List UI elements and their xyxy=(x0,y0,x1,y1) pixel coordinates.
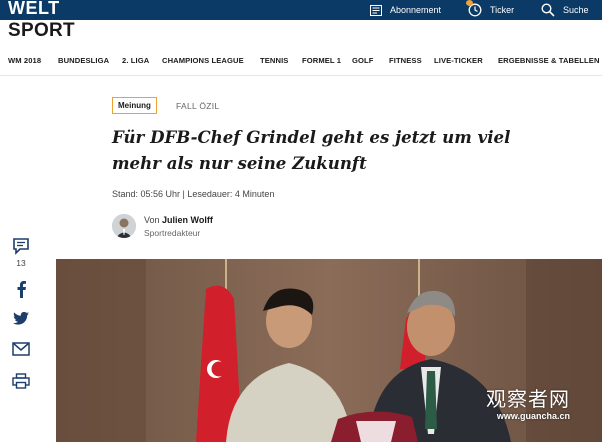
search-link[interactable]: Suche xyxy=(541,3,589,17)
sport-nav-item[interactable]: GOLF xyxy=(352,56,374,65)
author-name[interactable]: Julien Wolff xyxy=(162,215,213,225)
author-photo-icon xyxy=(112,214,136,238)
section-title[interactable]: SPORT xyxy=(8,20,75,42)
comment-button[interactable] xyxy=(10,236,32,256)
sport-nav-item[interactable]: LIVE-TICKER xyxy=(434,56,483,65)
author-avatar[interactable] xyxy=(112,214,136,238)
watermark: 观察者网 www.guancha.cn xyxy=(486,388,570,422)
twitter-share-button[interactable] xyxy=(10,309,32,329)
sport-nav-item[interactable]: BUNDESLIGA xyxy=(58,56,109,65)
sport-nav-item[interactable]: TENNIS xyxy=(260,56,288,65)
comment-icon xyxy=(13,238,29,255)
comment-count: 13 xyxy=(16,258,26,268)
sport-nav-item[interactable]: 2. LIGA xyxy=(122,56,149,65)
search-label: Suche xyxy=(563,5,589,15)
sport-nav-item[interactable]: FORMEL 1 xyxy=(302,56,341,65)
watermark-title: 观察者网 xyxy=(486,387,570,411)
sport-nav: WM 2018 BUNDESLIGA 2. LIGA CHAMPIONS LEA… xyxy=(0,50,602,72)
sport-nav-item[interactable]: WM 2018 xyxy=(8,56,41,65)
mail-share-button[interactable] xyxy=(10,339,32,359)
ticker-link[interactable]: Ticker xyxy=(468,3,514,17)
print-icon xyxy=(12,373,30,389)
subscription-link[interactable]: Abonnement xyxy=(370,3,441,17)
sport-nav-item[interactable]: CHAMPIONS LEAGUE xyxy=(162,56,244,65)
author-prefix: Von xyxy=(144,215,160,225)
subscription-icon xyxy=(370,4,382,16)
article-meta: Stand: 05:56 Uhr | Lesedauer: 4 Minuten xyxy=(112,189,275,199)
subscription-label: Abonnement xyxy=(390,5,442,15)
watermark-url: www.guancha.cn xyxy=(496,411,570,421)
search-icon xyxy=(541,3,555,17)
top-bar: WELT Abonnement Ticker Suche xyxy=(0,0,602,20)
author-role: Sportredakteur xyxy=(144,228,201,238)
ticker-notification-dot xyxy=(466,0,473,6)
sport-nav-item[interactable]: ERGEBNISSE & TABELLEN xyxy=(498,56,600,65)
welt-logo[interactable]: WELT xyxy=(8,0,60,19)
facebook-icon xyxy=(17,281,26,298)
print-button[interactable] xyxy=(10,371,32,391)
twitter-icon xyxy=(13,311,29,325)
author-line: Von Julien Wolff xyxy=(144,215,213,225)
article-headline: Für DFB-Chef Grindel geht es jetzt um vi… xyxy=(112,127,511,173)
nav-divider xyxy=(0,75,602,76)
opinion-badge: Meinung xyxy=(112,97,157,114)
topic-label[interactable]: FALL ÖZIL xyxy=(176,101,220,111)
ticker-label: Ticker xyxy=(490,5,515,15)
mail-icon xyxy=(12,342,30,356)
facebook-share-button[interactable] xyxy=(10,279,32,299)
sport-nav-item[interactable]: FITNESS xyxy=(389,56,422,65)
